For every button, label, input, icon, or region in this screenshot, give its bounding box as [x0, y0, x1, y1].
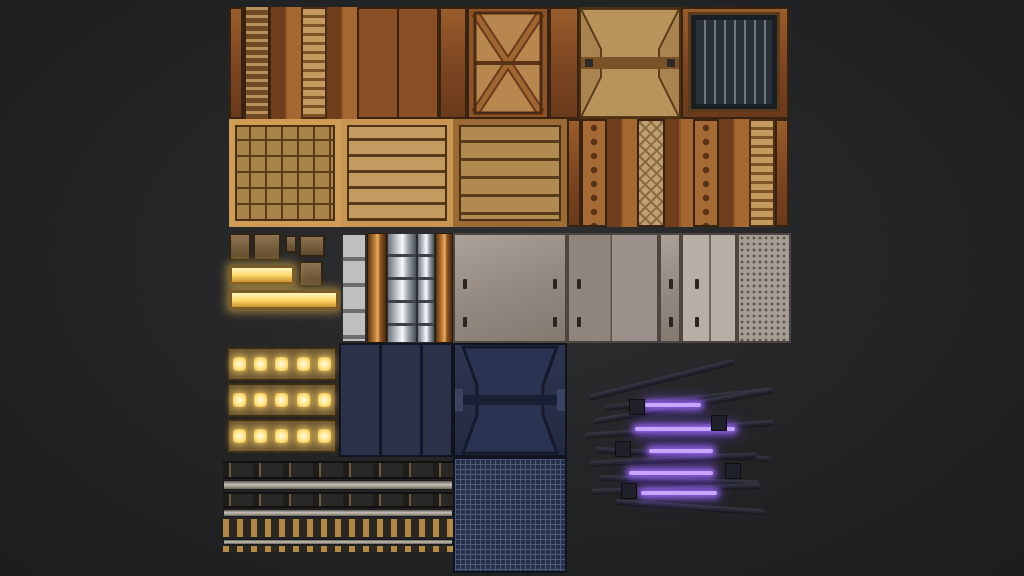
- mechanical-part-tile: [253, 233, 281, 261]
- steel-plate-tile: [453, 233, 567, 343]
- vent-panel-tile: [749, 119, 775, 227]
- copper-strip-tile: [607, 119, 637, 227]
- hourglass-pattern: [581, 9, 679, 117]
- slot: [669, 279, 673, 289]
- cable-clamp: [725, 463, 741, 479]
- lamp-light: [275, 393, 289, 407]
- glowing-strip: [629, 471, 713, 475]
- cable-clamp: [711, 415, 727, 431]
- slot: [463, 279, 467, 289]
- cable-clamp: [621, 483, 637, 499]
- glowing-strip: [641, 491, 717, 495]
- slot: [695, 317, 699, 327]
- slot: [463, 317, 467, 327]
- metal-grate-tile: [688, 12, 780, 112]
- copper-pipe-thin-tile: [435, 233, 453, 343]
- canister-column-tile: [341, 233, 367, 343]
- lamp-light: [317, 429, 331, 443]
- lamp-light: [275, 357, 289, 371]
- navy-steel-panel-tile: [339, 343, 453, 457]
- copper-strip-tile: [719, 119, 749, 227]
- riveted-strip-tile: [581, 119, 607, 227]
- navy-mesh-tile: [453, 457, 567, 573]
- lamp-light: [233, 357, 247, 371]
- grate-frame-tile: [681, 7, 789, 119]
- glowing-strip: [649, 449, 713, 453]
- navy-hourglass-pattern: [455, 345, 565, 455]
- lamp-light: [254, 393, 268, 407]
- copper-trim-tile: [549, 7, 579, 119]
- mechanical-part-tile: [299, 261, 323, 287]
- steel-pipe-tile: [387, 233, 417, 343]
- lamp-light: [254, 357, 268, 371]
- copper-pipe-tile: [367, 233, 387, 343]
- steel-plate-seam-tile: [567, 233, 659, 343]
- slot: [577, 317, 581, 327]
- mesh-strip-tile: [637, 119, 665, 227]
- copper-trim-tile: [775, 119, 789, 227]
- copper-strip-tile: [271, 7, 301, 119]
- x-brace-panel-tile: [467, 7, 549, 119]
- glowing-strip: [645, 403, 701, 407]
- lamp-row-tile: [227, 383, 337, 417]
- lamp-light: [317, 357, 331, 371]
- navy-hourglass-panel-tile: [453, 343, 567, 457]
- hourglass-panel-tile: [579, 7, 681, 119]
- copper-double-panel-tile: [357, 7, 439, 119]
- cable-bundle-tile: [584, 358, 785, 516]
- copper-panel-tile: [229, 7, 243, 119]
- steel-plate-edge-tile: [659, 233, 681, 343]
- ladder-strip-tile: [243, 7, 271, 119]
- perforated-plate-tile: [737, 233, 791, 343]
- light-bar-long-tile: [229, 290, 339, 310]
- lamp-light: [317, 393, 331, 407]
- copper-trim-tile: [567, 119, 581, 227]
- vent-panel-tile: [301, 7, 327, 119]
- horizontal-pipe-tile: [223, 509, 453, 517]
- lamp-light: [233, 429, 247, 443]
- lamp-light: [296, 357, 310, 371]
- cable: [614, 499, 765, 516]
- lamp-light: [296, 393, 310, 407]
- steel-ribbed-plate-tile: [681, 233, 737, 343]
- slot: [553, 317, 557, 327]
- lamp-light: [233, 393, 247, 407]
- light-bar-tile: [229, 265, 295, 285]
- slot: [695, 279, 699, 289]
- toothed-strip-tile: [223, 546, 453, 552]
- copper-trim-tile: [439, 7, 467, 119]
- texture-atlas: [0, 0, 1024, 576]
- slatted-crate-tile: [341, 119, 453, 227]
- riveted-strip-tile: [693, 119, 719, 227]
- mechanical-part-tile: [285, 235, 297, 253]
- lamp-light: [254, 429, 268, 443]
- grid-crate-tile: [229, 119, 341, 227]
- cable-clamp: [615, 441, 631, 457]
- copper-strip-tile: [327, 7, 357, 119]
- x-brace-pattern: [471, 10, 545, 116]
- mechanical-part-tile: [229, 233, 251, 261]
- belt-strip-tile: [223, 461, 453, 479]
- lamp-light: [296, 429, 310, 443]
- cable-clamp: [629, 399, 645, 415]
- steel-pipe-thin-tile: [417, 233, 435, 343]
- slot: [553, 279, 557, 289]
- slatted-crate-dark-tile: [453, 119, 567, 227]
- lamp-light: [275, 429, 289, 443]
- slot: [669, 317, 673, 327]
- belt-strip-tile: [223, 492, 453, 508]
- horizontal-pipe-tile: [223, 539, 453, 545]
- slot: [577, 279, 581, 289]
- lamp-row-tile: [227, 347, 337, 381]
- horizontal-pipe-tile: [223, 480, 453, 490]
- toothed-strip-tile: [223, 519, 453, 537]
- copper-strip-tile: [665, 119, 693, 227]
- mechanical-part-tile: [299, 235, 325, 257]
- lamp-row-tile: [227, 419, 337, 453]
